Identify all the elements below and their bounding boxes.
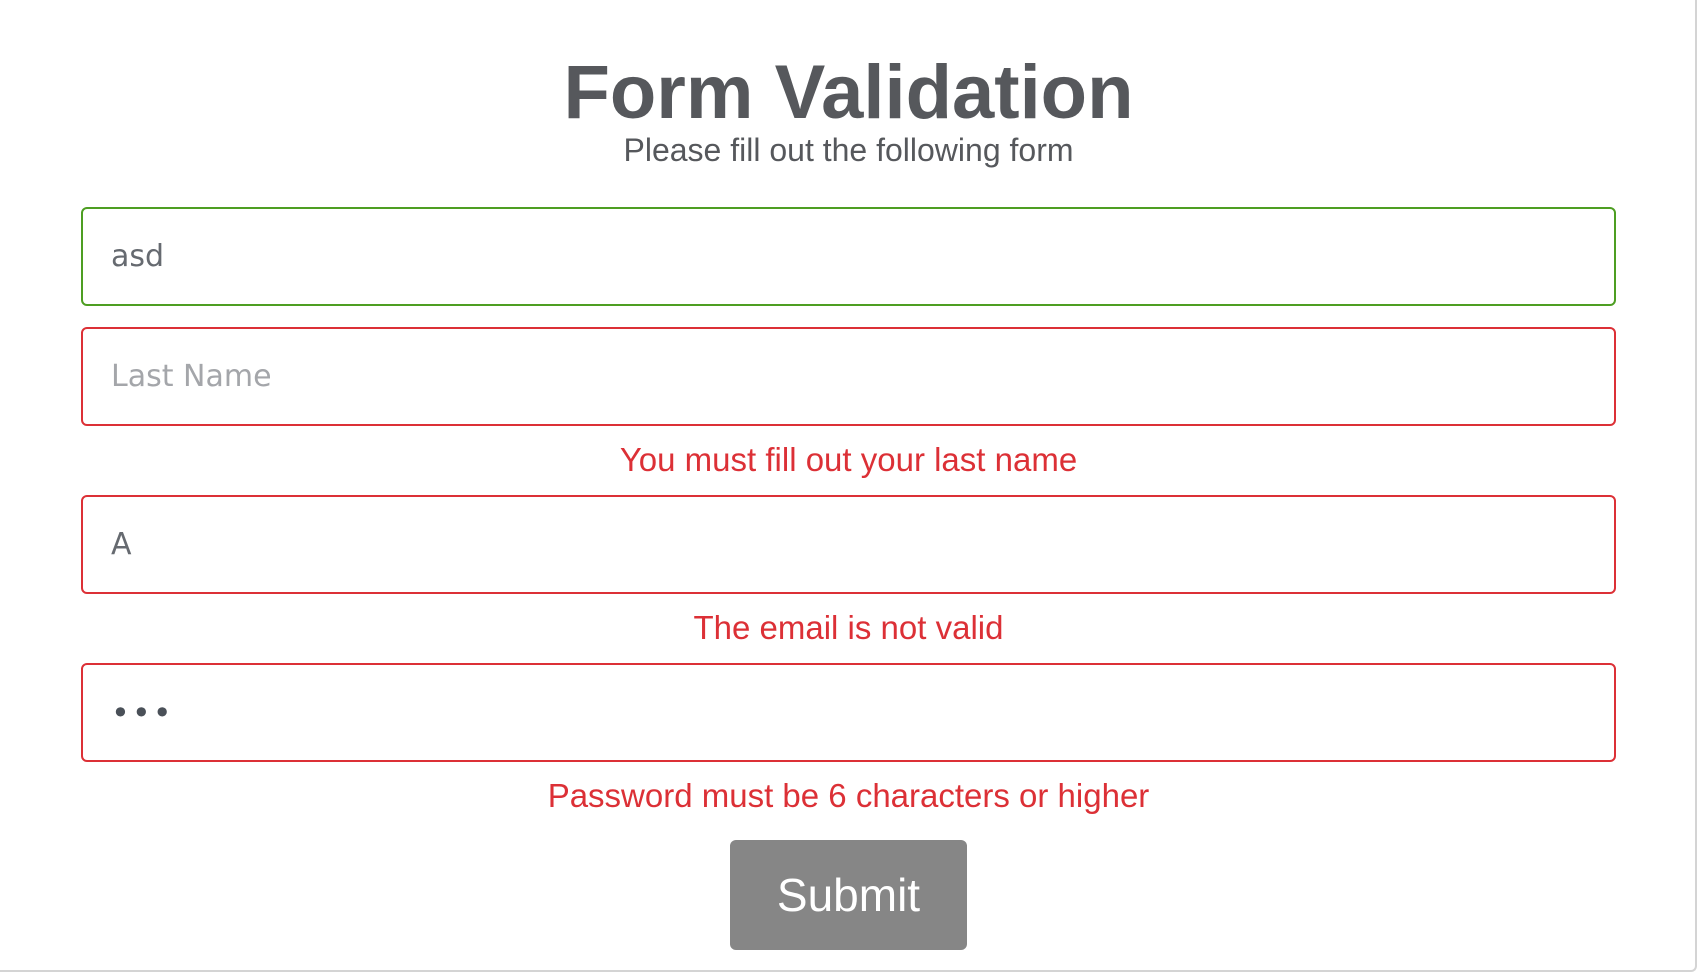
first-name-input[interactable] [81,207,1616,306]
page-title: Form Validation [563,50,1134,135]
password-input[interactable] [81,663,1616,762]
last-name-input[interactable] [81,327,1616,426]
page-subtitle: Please fill out the following form [623,132,1074,168]
password-error: Password must be 6 characters or higher [547,777,1150,814]
submit-button[interactable]: Submit [730,840,967,950]
last-name-error: You must fill out your last name [619,441,1078,478]
email-input[interactable] [81,495,1616,594]
email-error: The email is not valid [693,609,1004,646]
